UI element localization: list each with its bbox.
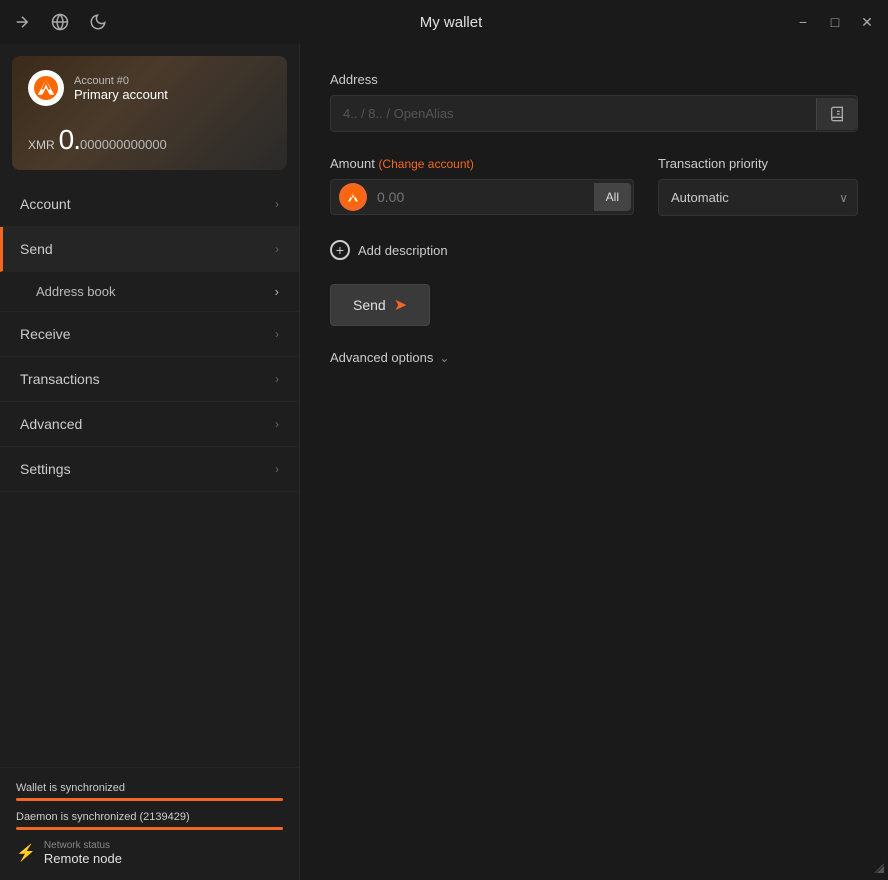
account-balance: XMR 0.000000000000 <box>28 124 271 156</box>
window-title: My wallet <box>108 14 794 31</box>
sidebar-bottom: Wallet is synchronized Daemon is synchro… <box>0 767 299 880</box>
titlebar: My wallet − □ ✕ <box>0 0 888 44</box>
address-book-button[interactable] <box>816 98 857 130</box>
all-button[interactable]: All <box>594 183 631 211</box>
advanced-chevron-icon: › <box>275 417 279 431</box>
address-input[interactable] <box>331 96 816 131</box>
account-info: Account #0 Primary account <box>74 75 168 102</box>
send-nav-label: Send <box>20 241 53 257</box>
receive-chevron-icon: › <box>275 327 279 341</box>
window-controls: − □ ✕ <box>794 13 876 31</box>
balance-integer: 0. <box>59 124 80 155</box>
maximize-button[interactable]: □ <box>826 13 844 31</box>
amount-input[interactable] <box>367 180 594 214</box>
monero-logo <box>28 70 64 106</box>
address-book-chevron-icon: › <box>275 284 279 299</box>
network-status: ⚡ Network status Remote node <box>16 840 283 866</box>
sidebar-item-send[interactable]: Send › <box>0 227 299 272</box>
address-book-nav-label: Address book <box>36 284 116 299</box>
nav-section: Account › Send › Address book › Receive … <box>0 182 299 767</box>
priority-label: Transaction priority <box>658 156 858 171</box>
globe-icon[interactable] <box>50 12 70 32</box>
amount-input-wrapper: All <box>330 179 634 215</box>
send-arrow-icon: ➤ <box>394 295 407 315</box>
network-text: Network status Remote node <box>44 840 122 866</box>
send-button-label: Send <box>353 297 386 313</box>
advanced-nav-label: Advanced <box>20 416 82 432</box>
transactions-chevron-icon: › <box>275 372 279 386</box>
transactions-nav-label: Transactions <box>20 371 100 387</box>
chevron-down-icon: ⌄ <box>439 351 449 365</box>
wallet-sync-fill <box>16 798 283 801</box>
balance-decimal: 000000000000 <box>80 137 167 152</box>
moon-icon[interactable] <box>88 12 108 32</box>
account-name: Primary account <box>74 87 168 102</box>
daemon-sync-fill <box>16 827 283 830</box>
monero-amount-icon <box>339 183 367 211</box>
sidebar-item-receive[interactable]: Receive › <box>0 312 299 357</box>
change-account-link[interactable]: (Change account) <box>378 157 473 171</box>
close-button[interactable]: ✕ <box>858 13 876 31</box>
priority-select[interactable]: Automatic Low Medium High <box>658 179 858 216</box>
main-layout: Account #0 Primary account XMR 0.00000000… <box>0 44 888 880</box>
account-card[interactable]: Account #0 Primary account XMR 0.00000000… <box>12 56 287 170</box>
sidebar-item-account[interactable]: Account › <box>0 182 299 227</box>
add-description-button[interactable]: + Add description <box>330 240 858 260</box>
advanced-options-label: Advanced options <box>330 350 433 365</box>
currency-label: XMR <box>28 138 55 152</box>
wallet-sync-bar <box>16 798 283 801</box>
account-nav-label: Account <box>20 196 71 212</box>
receive-nav-label: Receive <box>20 326 71 342</box>
address-input-wrapper <box>330 95 858 132</box>
send-chevron-icon: › <box>275 242 279 256</box>
account-number: Account #0 <box>74 75 168 87</box>
transfer-icon[interactable] <box>12 12 32 32</box>
settings-nav-label: Settings <box>20 461 71 477</box>
resize-handle[interactable] <box>870 859 884 876</box>
lightning-icon: ⚡ <box>16 843 36 863</box>
sidebar-item-address-book[interactable]: Address book › <box>0 272 299 312</box>
account-chevron-icon: › <box>275 197 279 211</box>
advanced-options-toggle[interactable]: Advanced options ⌄ <box>330 350 858 365</box>
sidebar: Account #0 Primary account XMR 0.00000000… <box>0 44 300 880</box>
priority-select-wrapper: Automatic Low Medium High <box>658 179 858 216</box>
minimize-button[interactable]: − <box>794 13 812 31</box>
sidebar-item-settings[interactable]: Settings › <box>0 447 299 492</box>
network-status-label: Network status <box>44 840 122 851</box>
amount-group: Amount (Change account) All <box>330 156 634 215</box>
add-description-label: Add description <box>358 243 448 258</box>
priority-group: Transaction priority Automatic Low Mediu… <box>658 156 858 216</box>
address-label: Address <box>330 72 858 87</box>
settings-chevron-icon: › <box>275 462 279 476</box>
amount-priority-section: Amount (Change account) All Transact <box>330 156 858 216</box>
titlebar-left-icons <box>12 12 108 32</box>
network-status-value: Remote node <box>44 851 122 866</box>
sidebar-item-transactions[interactable]: Transactions › <box>0 357 299 402</box>
wallet-sync-label: Wallet is synchronized <box>16 782 283 794</box>
amount-label: Amount (Change account) <box>330 156 634 171</box>
daemon-sync-bar <box>16 827 283 830</box>
content-area: Address Amount (Change account) <box>300 44 888 880</box>
sidebar-item-advanced[interactable]: Advanced › <box>0 402 299 447</box>
plus-icon: + <box>330 240 350 260</box>
account-card-top: Account #0 Primary account <box>28 70 271 106</box>
send-button[interactable]: Send ➤ <box>330 284 430 326</box>
daemon-sync-label: Daemon is synchronized (2139429) <box>16 811 283 823</box>
